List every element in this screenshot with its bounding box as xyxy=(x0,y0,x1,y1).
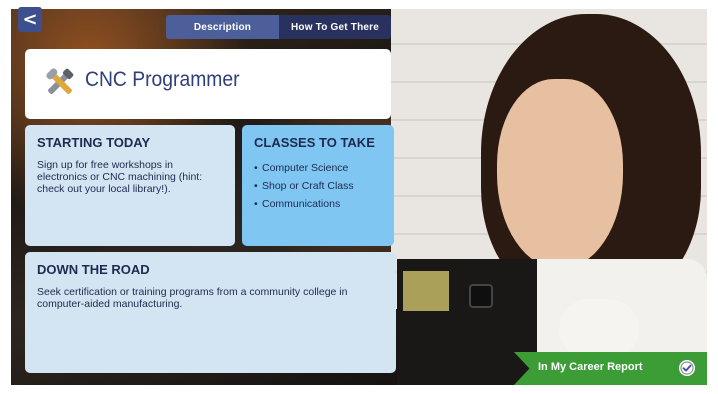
career-title-card: CNC Programmer xyxy=(25,49,391,119)
classes-heading: CLASSES TO TAKE xyxy=(254,135,375,150)
background-machine-panel xyxy=(403,271,449,311)
starting-today-text: Sign up for free workshops in electronic… xyxy=(37,159,203,195)
background-machine-knob xyxy=(469,284,493,308)
tab-how-to-get-there[interactable]: How To Get There xyxy=(279,15,391,39)
class-name: Communications xyxy=(262,198,341,210)
background-cloth xyxy=(559,299,639,359)
classes-card: CLASSES TO TAKE • Computer Science • Shop … xyxy=(242,125,394,246)
background-person-face xyxy=(497,79,623,269)
list-item: • Shop or Craft Class xyxy=(254,180,354,192)
tab-bar: Description How To Get There xyxy=(166,15,391,39)
back-button[interactable]: < xyxy=(18,7,42,32)
career-report-label: In My Career Report xyxy=(538,361,643,373)
classes-list: • Computer Science • Shop or Craft Class •… xyxy=(254,159,382,213)
down-the-road-text: Seek certification or training programs … xyxy=(37,286,348,310)
class-name: Shop or Craft Class xyxy=(262,180,354,192)
down-the-road-heading: DOWN THE ROAD xyxy=(37,262,150,277)
tab-description[interactable]: Description xyxy=(166,15,279,39)
list-item: • Communications xyxy=(254,198,341,210)
career-title: CNC Programmer xyxy=(85,68,240,91)
down-the-road-card: DOWN THE ROAD Seek certification or trai… xyxy=(25,252,396,373)
checkmark-icon xyxy=(679,360,695,376)
starting-today-card: STARTING TODAY Sign up for free workshop… xyxy=(25,125,235,246)
class-name: Computer Science xyxy=(262,162,349,174)
career-report-button[interactable]: In My Career Report xyxy=(514,352,707,385)
list-item: • Computer Science xyxy=(254,162,349,174)
starting-today-heading: STARTING TODAY xyxy=(37,135,151,150)
back-arrow-icon: < xyxy=(22,9,38,30)
tools-icon xyxy=(46,68,74,94)
